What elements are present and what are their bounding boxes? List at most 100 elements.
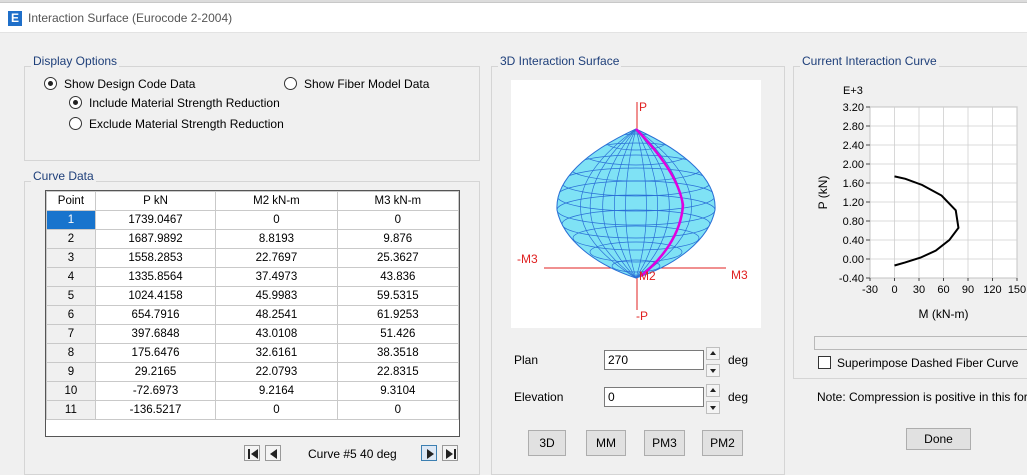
table-row[interactable]: 2 1687.9892 8.8193 9.876 xyxy=(46,229,459,249)
row-header-cell[interactable]: 7 xyxy=(46,324,96,344)
show-fiber-model-radio[interactable] xyxy=(284,77,297,90)
first-curve-button[interactable] xyxy=(244,445,260,461)
done-button[interactable]: Done xyxy=(906,428,971,450)
table-row[interactable]: 1 1739.0467 0 0 xyxy=(46,210,459,230)
table-cell[interactable]: 38.3518 xyxy=(336,343,459,363)
table-cell[interactable]: 45.9983 xyxy=(215,286,338,306)
x-tick-label: 60 xyxy=(937,284,949,296)
row-header-cell[interactable]: 3 xyxy=(46,248,96,268)
y-tick-label: 2.40 xyxy=(843,140,864,152)
prev-curve-button[interactable] xyxy=(265,445,281,461)
table-cell[interactable]: 1024.4158 xyxy=(94,286,217,306)
table-cell[interactable]: 59.5315 xyxy=(336,286,459,306)
table-cell[interactable]: -136.5217 xyxy=(94,400,217,420)
table-row[interactable]: 5 1024.4158 45.9983 59.5315 xyxy=(46,286,459,306)
plan-input[interactable]: 270 xyxy=(604,350,704,370)
exclude-reduction-label[interactable]: Exclude Material Strength Reduction xyxy=(89,117,284,131)
table-cell[interactable]: 43.0108 xyxy=(215,324,338,344)
col-header-m2[interactable]: M2 kN-m xyxy=(215,191,338,211)
row-header-cell[interactable]: 1 xyxy=(46,210,96,230)
last-curve-button[interactable] xyxy=(442,445,458,461)
table-cell[interactable]: 397.6848 xyxy=(94,324,217,344)
table-row[interactable]: 6 654.7916 48.2541 61.9253 xyxy=(46,305,459,325)
elevation-input[interactable]: 0 xyxy=(604,387,704,407)
y-tick-label: 1.60 xyxy=(843,178,864,190)
table-cell[interactable]: 9.876 xyxy=(336,229,459,249)
show-design-code-label[interactable]: Show Design Code Data xyxy=(64,77,195,91)
curve-data-title: Curve Data xyxy=(31,169,96,183)
table-cell[interactable]: 22.7697 xyxy=(215,248,338,268)
table-row[interactable]: 8 175.6476 32.6161 38.3518 xyxy=(46,343,459,363)
col-header-p[interactable]: P kN xyxy=(94,191,217,211)
elevation-unit: deg xyxy=(728,390,749,404)
plan-spin-down[interactable] xyxy=(706,364,720,377)
table-cell[interactable]: 9.2164 xyxy=(215,381,338,401)
view-3d-button[interactable]: 3D xyxy=(528,430,566,456)
elevation-spin-down[interactable] xyxy=(706,401,720,414)
table-cell[interactable]: 29.2165 xyxy=(94,362,217,382)
y-tick-label: 1.20 xyxy=(843,197,864,209)
x-tick-label: 90 xyxy=(962,284,974,296)
row-header-cell[interactable]: 9 xyxy=(46,362,96,382)
plan-label: Plan xyxy=(514,353,539,367)
table-cell[interactable]: 0 xyxy=(336,210,459,230)
table-row[interactable]: 7 397.6848 43.0108 51.426 xyxy=(46,324,459,344)
table-cell[interactable]: -72.6973 xyxy=(94,381,217,401)
include-reduction-radio[interactable] xyxy=(69,96,82,109)
table-cell[interactable]: 22.0793 xyxy=(215,362,338,382)
chart-y-axis-label: P (kN) xyxy=(816,176,830,210)
view-mm-button[interactable]: MM xyxy=(586,430,626,456)
row-header-cell[interactable]: 5 xyxy=(46,286,96,306)
table-cell[interactable]: 61.9253 xyxy=(336,305,459,325)
table-cell[interactable]: 48.2541 xyxy=(215,305,338,325)
table-row[interactable]: 3 1558.2853 22.7697 25.3627 xyxy=(46,248,459,268)
table-cell[interactable]: 654.7916 xyxy=(94,305,217,325)
row-header-cell[interactable]: 6 xyxy=(46,305,96,325)
exclude-reduction-radio[interactable] xyxy=(69,117,82,130)
elevation-spin-up[interactable] xyxy=(706,384,720,397)
table-cell[interactable]: 9.3104 xyxy=(336,381,459,401)
table-row[interactable]: 4 1335.8564 37.4973 43.836 xyxy=(46,267,459,287)
show-fiber-model-label[interactable]: Show Fiber Model Data xyxy=(304,77,429,91)
plan-spin-up[interactable] xyxy=(706,347,720,360)
table-cell[interactable]: 0 xyxy=(215,210,338,230)
table-cell[interactable]: 43.836 xyxy=(336,267,459,287)
table-cell[interactable]: 37.4973 xyxy=(215,267,338,287)
col-header-point[interactable]: Point xyxy=(46,191,96,211)
table-cell[interactable]: 1739.0467 xyxy=(94,210,217,230)
table-cell[interactable]: 1687.9892 xyxy=(94,229,217,249)
row-header-cell[interactable]: 10 xyxy=(46,381,96,401)
table-cell[interactable]: 0 xyxy=(336,400,459,420)
y-multiplier-label: E+3 xyxy=(843,85,863,97)
superimpose-label[interactable]: Superimpose Dashed Fiber Curve xyxy=(837,356,1018,370)
table-cell[interactable]: 22.8315 xyxy=(336,362,459,382)
view-pm2-button[interactable]: PM2 xyxy=(702,430,743,456)
table-row[interactable]: 11 -136.5217 0 0 xyxy=(46,400,459,420)
table-cell[interactable]: 8.8193 xyxy=(215,229,338,249)
table-row[interactable]: 9 29.2165 22.0793 22.8315 xyxy=(46,362,459,382)
label-neg-m3: -M3 xyxy=(517,252,538,266)
table-cell[interactable]: 32.6161 xyxy=(215,343,338,363)
row-header-cell[interactable]: 4 xyxy=(46,267,96,287)
row-header-cell[interactable]: 11 xyxy=(46,400,96,420)
view-pm3-button[interactable]: PM3 xyxy=(644,430,685,456)
table-cell[interactable]: 0 xyxy=(215,400,338,420)
include-reduction-label[interactable]: Include Material Strength Reduction xyxy=(89,96,280,110)
y-tick-label: -0.40 xyxy=(839,273,864,285)
show-design-code-radio[interactable] xyxy=(44,77,57,90)
table-cell[interactable]: 25.3627 xyxy=(336,248,459,268)
next-curve-button[interactable] xyxy=(421,445,437,461)
curve-data-grid[interactable]: Point P kN M2 kN-m M3 kN-m 1 1739.0467 0 0 2… xyxy=(45,190,460,437)
surface-3d-view[interactable]: P -P M3 -M3 M2 xyxy=(511,80,761,328)
row-header-cell[interactable]: 2 xyxy=(46,229,96,249)
table-cell[interactable]: 175.6476 xyxy=(94,343,217,363)
col-header-m3[interactable]: M3 kN-m xyxy=(336,191,459,211)
table-cell[interactable]: 51.426 xyxy=(336,324,459,344)
table-row[interactable]: 10 -72.6973 9.2164 9.3104 xyxy=(46,381,459,401)
table-cell[interactable]: 1335.8564 xyxy=(94,267,217,287)
row-header-cell[interactable]: 8 xyxy=(46,343,96,363)
table-cell[interactable]: 1558.2853 xyxy=(94,248,217,268)
y-tick-label: 2.00 xyxy=(843,159,864,171)
y-tick-label: 2.80 xyxy=(843,121,864,133)
superimpose-checkbox[interactable] xyxy=(818,356,831,369)
